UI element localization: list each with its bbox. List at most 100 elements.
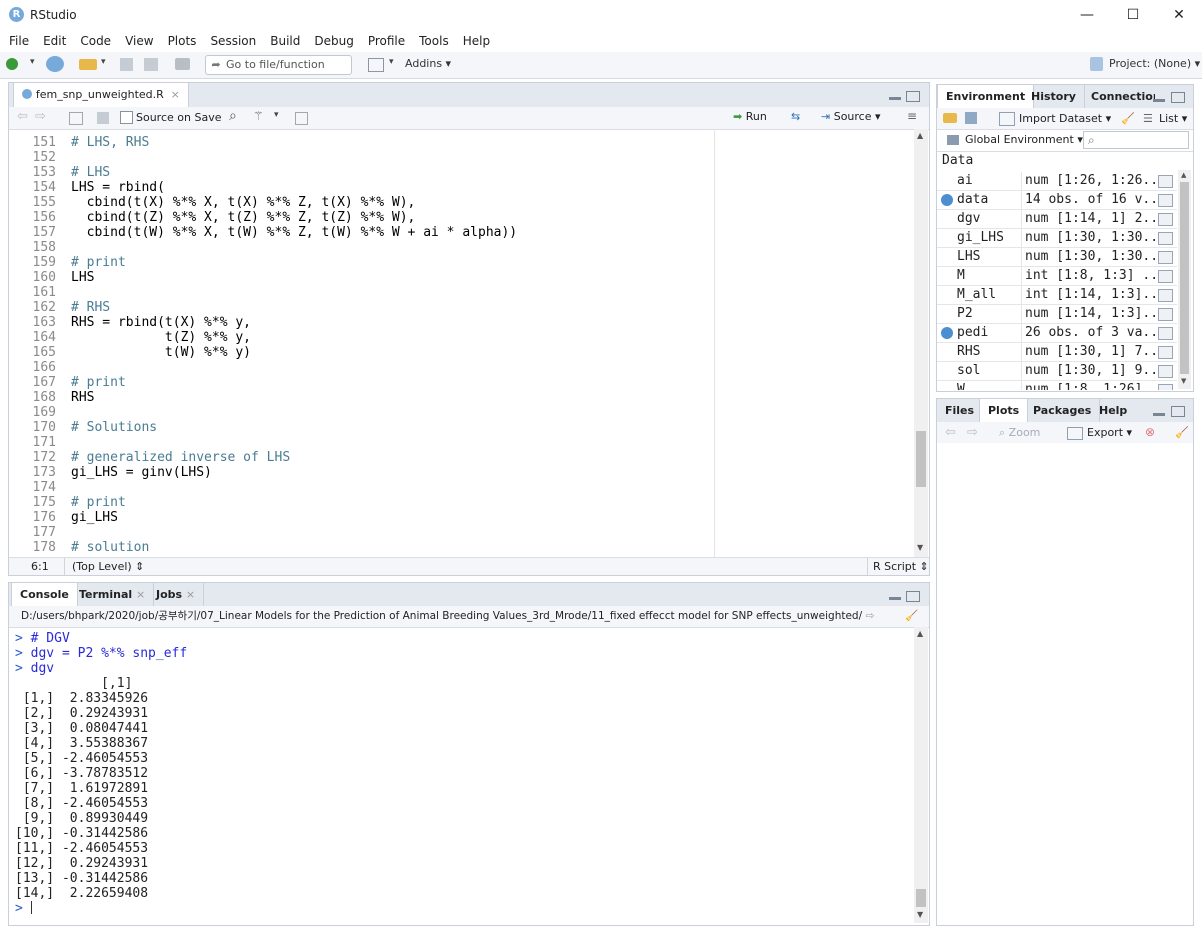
tab-console[interactable]: Console [11, 583, 78, 607]
expand-icon[interactable] [941, 194, 953, 206]
tab-environment[interactable]: Environment [937, 85, 1035, 109]
environment-row[interactable]: RHS num [1:30, 1] 7... [937, 343, 1177, 362]
close-tab-icon[interactable]: × [186, 588, 195, 601]
document-outline-icon[interactable] [295, 112, 308, 125]
tab-packages[interactable]: Packages [1025, 399, 1101, 422]
view-data-icon[interactable] [1158, 270, 1173, 283]
console-scroll-thumb[interactable] [916, 889, 926, 907]
clear-console-icon[interactable]: 🧹 [905, 606, 918, 627]
tab-history[interactable]: History [1023, 85, 1085, 108]
environment-scrollbar[interactable]: ▲ ▼ [1178, 170, 1191, 389]
scroll-down-icon[interactable]: ▼ [1181, 377, 1186, 385]
tab-terminal[interactable]: Terminal × [71, 583, 155, 606]
view-data-icon[interactable] [1158, 213, 1173, 226]
working-directory[interactable]: D:/users/bhpark/2020/job/공부하기/07_Linear … [21, 610, 862, 622]
minimize-pane-icon[interactable] [889, 97, 901, 100]
addins-menu[interactable]: Addins ▾ [405, 57, 451, 70]
close-tab-icon[interactable]: × [136, 588, 145, 601]
maximize-pane-icon[interactable] [1171, 406, 1185, 417]
scroll-down-icon[interactable]: ▼ [917, 543, 923, 552]
minimize-pane-icon[interactable] [889, 597, 901, 600]
view-data-icon[interactable] [1158, 346, 1173, 359]
console-input-line[interactable]: > [15, 901, 910, 916]
show-in-window-icon[interactable] [69, 112, 83, 125]
menu-plots[interactable]: Plots [161, 30, 204, 52]
save-workspace-icon[interactable] [965, 112, 977, 124]
import-dataset-button[interactable]: Import Dataset ▾ [1019, 108, 1111, 129]
environment-row[interactable]: sol num [1:30, 1] 9... [937, 362, 1177, 381]
environment-scope-menu[interactable]: Global Environment ▾ [965, 129, 1083, 151]
chevron-down-icon[interactable]: ▾ [101, 57, 117, 71]
tab-plots[interactable]: Plots [979, 399, 1029, 423]
new-file-icon[interactable] [6, 58, 18, 70]
broom-icon[interactable]: 🧹 [1121, 108, 1135, 129]
environment-search-input[interactable]: ⌕ [1083, 131, 1189, 149]
menu-file[interactable]: File [2, 30, 36, 52]
zoom-button[interactable]: ⌕ Zoom [999, 422, 1040, 443]
menu-view[interactable]: View [118, 30, 160, 52]
source-button[interactable]: ⇥ Source ▾ [821, 110, 881, 123]
remove-plot-icon[interactable]: ⊗ [1145, 422, 1155, 443]
tab-help[interactable]: Help [1091, 399, 1135, 422]
console-scrollbar[interactable]: ▲ ▼ [914, 627, 928, 923]
search-icon[interactable]: ⌕ [229, 108, 237, 124]
expand-icon[interactable] [941, 327, 953, 339]
grid-layout-icon[interactable] [368, 58, 384, 72]
console-output[interactable]: > # DGV > dgv = P2 %*% snp_eff > dgv [,1] … [15, 631, 910, 921]
forward-arrow-icon[interactable]: ⇨ [35, 109, 46, 124]
environment-row[interactable]: pedi 26 obs. of 3 va... [937, 324, 1177, 343]
forward-arrow-icon[interactable]: ⇨ [967, 422, 978, 443]
environment-row[interactable]: Wnum [1:8, 1:26]... [937, 381, 1177, 390]
new-project-icon[interactable] [46, 56, 64, 72]
source-on-save-checkbox[interactable] [120, 111, 133, 124]
file-type-menu[interactable]: R Script ⇕ [873, 558, 929, 575]
export-menu[interactable]: Export ▾ [1087, 422, 1132, 443]
view-data-icon[interactable] [1158, 308, 1173, 321]
magic-wand-icon[interactable]: ⚚ [253, 109, 264, 123]
editor-tab[interactable]: fem_snp_unweighted.R × [13, 83, 189, 107]
close-button[interactable]: ✕ [1156, 0, 1202, 30]
scroll-up-icon[interactable]: ▲ [917, 629, 923, 638]
maximize-pane-icon[interactable] [906, 91, 920, 102]
chevron-down-icon[interactable]: ▾ [274, 110, 279, 120]
tab-files[interactable]: Files [937, 399, 984, 422]
maximize-pane-icon[interactable] [906, 591, 920, 602]
goto-file-input[interactable]: ➦ Go to file/function [205, 55, 352, 75]
scroll-down-icon[interactable]: ▼ [917, 910, 923, 919]
close-tab-icon[interactable]: × [171, 88, 180, 101]
load-workspace-icon[interactable] [943, 113, 957, 123]
save-icon[interactable] [120, 58, 133, 71]
tab-connections[interactable]: Connection [1083, 85, 1155, 108]
chevron-down-icon[interactable]: ▾ [30, 57, 46, 71]
environment-row[interactable]: gi_LHS num [1:30, 1:30... [937, 229, 1177, 248]
menu-tools[interactable]: Tools [412, 30, 456, 52]
view-data-icon[interactable] [1158, 251, 1173, 264]
broom-icon[interactable]: 🧹 [1175, 422, 1189, 443]
menu-build[interactable]: Build [263, 30, 307, 52]
maximize-button[interactable]: ☐ [1110, 0, 1156, 30]
view-data-icon[interactable] [1158, 327, 1173, 340]
view-data-icon[interactable] [1158, 365, 1173, 378]
menu-edit[interactable]: Edit [36, 30, 73, 52]
environment-row[interactable]: Mint [1:8, 1:3] ... [937, 267, 1177, 286]
editor-scroll-thumb[interactable] [916, 431, 926, 487]
maximize-pane-icon[interactable] [1171, 92, 1185, 103]
tab-jobs[interactable]: Jobs × [148, 583, 205, 606]
save-icon[interactable] [97, 112, 109, 124]
save-all-icon[interactable] [144, 58, 158, 71]
scroll-up-icon[interactable]: ▲ [917, 131, 923, 140]
view-data-icon[interactable] [1158, 194, 1173, 207]
environment-row[interactable]: ai num [1:26, 1:26... [937, 172, 1177, 191]
view-data-icon[interactable] [1158, 289, 1173, 302]
print-icon[interactable] [175, 58, 190, 70]
menu-debug[interactable]: Debug [307, 30, 360, 52]
environment-row[interactable]: data 14 obs. of 16 v... [937, 191, 1177, 210]
menu-help[interactable]: Help [456, 30, 497, 52]
view-data-icon[interactable] [1158, 384, 1173, 390]
open-folder-icon[interactable] [79, 59, 97, 70]
back-arrow-icon[interactable]: ⇦ [17, 109, 28, 124]
minimize-pane-icon[interactable] [1153, 99, 1165, 102]
environment-row[interactable]: LHS num [1:30, 1:30... [937, 248, 1177, 267]
scope-menu[interactable]: (Top Level) ⇕ [72, 558, 144, 575]
run-button[interactable]: ➡ Run [733, 110, 767, 123]
